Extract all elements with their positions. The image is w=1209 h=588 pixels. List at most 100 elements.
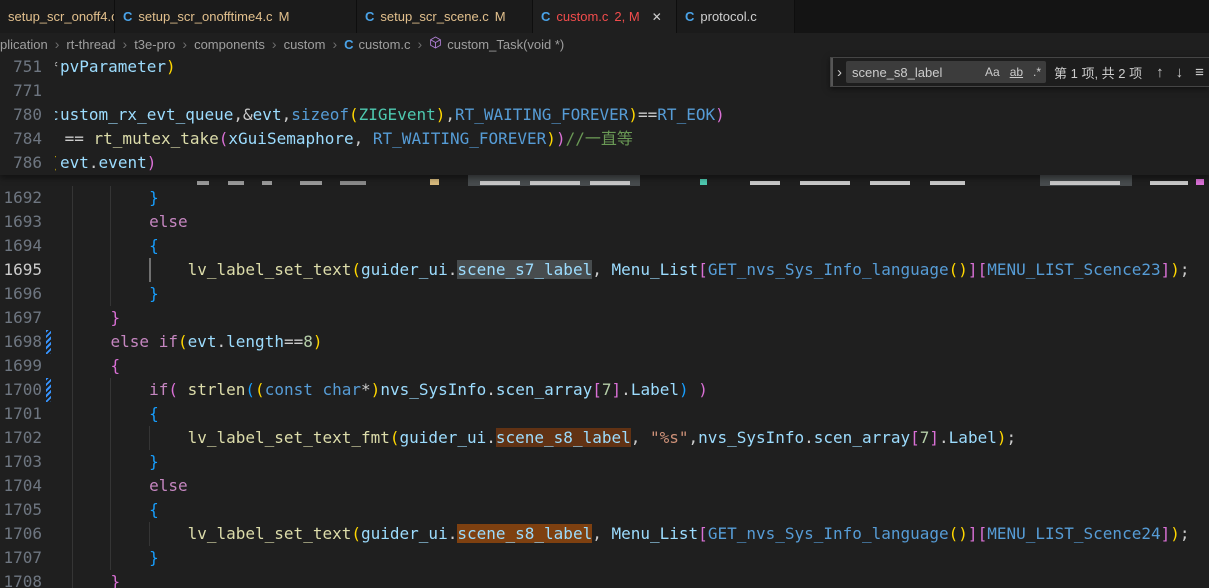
code-token: } — [72, 572, 120, 588]
find-input[interactable] — [846, 65, 980, 80]
code-line-1692[interactable]: 1692 } — [0, 186, 1209, 210]
sticky-line-784[interactable]: 784 == rt_mutex_take(xGuiSemaphore, RT_W… — [0, 127, 1209, 151]
previous-match-icon[interactable]: ↑ — [1156, 64, 1164, 81]
clipped-text-fragment — [800, 181, 850, 185]
code-token: 7 — [920, 428, 930, 447]
code-token: scene_s8_label — [457, 524, 592, 543]
tab-modified-badge: M — [279, 9, 290, 24]
tab-label: protocol.c — [700, 9, 756, 24]
code-line-1695[interactable]: 1695 lv_label_set_text(guider_ui.scene_s… — [0, 258, 1209, 282]
breadcrumb-label: plication — [0, 37, 48, 52]
breadcrumb-separator: › — [182, 36, 187, 52]
code-line-1694[interactable]: 1694 { — [0, 234, 1209, 258]
code-line-1693[interactable]: 1693 else — [0, 210, 1209, 234]
clipped-text-fragment — [430, 179, 439, 185]
line-number: 1704 — [0, 474, 42, 498]
code-token: 8 — [303, 332, 313, 351]
code-token: rt_mutex_take — [94, 129, 219, 148]
code-text: else — [72, 474, 188, 498]
tab-setup_scr_onofftime4.c[interactable]: Csetup_scr_onofftime4.cM — [115, 0, 357, 33]
tab-protocol.c[interactable]: Cprotocol.c — [677, 0, 795, 33]
code-line-1698[interactable]: 1698 else if(evt.length==8) — [0, 330, 1209, 354]
code-line-1699[interactable]: 1699 { — [0, 354, 1209, 378]
code-token: ( — [219, 129, 229, 148]
breadcrumb-item-t3e-pro[interactable]: t3e-pro — [134, 37, 175, 52]
find-in-selection-icon[interactable]: ≡ — [1195, 64, 1204, 81]
breadcrumb-label: custom.c — [359, 37, 411, 52]
code-token: Menu_List — [611, 524, 698, 543]
code-token: [ — [698, 260, 708, 279]
code-token: { — [72, 500, 159, 519]
code-text: lv_label_set_text_fmt(guider_ui.scene_s8… — [72, 426, 1016, 450]
sticky-line-786[interactable]: 786(evt.event) — [0, 151, 1209, 175]
code-token: length — [226, 332, 284, 351]
breadcrumb-item-rt-thread[interactable]: rt-thread — [66, 37, 115, 52]
breadcrumb-item-plication[interactable]: plication — [0, 37, 48, 52]
find-resize-grip[interactable] — [831, 58, 833, 86]
code-token: else — [111, 332, 150, 351]
line-number: 1696 — [0, 282, 42, 306]
code-token — [72, 332, 111, 351]
clipped-text-fragment — [750, 181, 780, 185]
code-line-1703[interactable]: 1703 } — [0, 450, 1209, 474]
tab-setup_scr_onoff4.c[interactable]: setup_scr_onoff4.cM — [0, 0, 115, 33]
code-text: { — [72, 498, 159, 522]
code-token: pvParameter — [60, 57, 166, 76]
tab-custom.c[interactable]: Ccustom.c2, M✕ — [533, 0, 677, 33]
code-token: [ — [978, 524, 988, 543]
close-icon[interactable]: ✕ — [652, 10, 662, 24]
line-number: 1703 — [0, 450, 42, 474]
breadcrumb-item-components[interactable]: components — [194, 37, 265, 52]
code-token: 7 — [602, 380, 612, 399]
code-line-1700[interactable]: 1700 if( strlen((const char*)nvs_SysInfo… — [0, 378, 1209, 402]
code-token: GET_nvs_Sys_Info_language — [708, 260, 949, 279]
breadcrumb-label: t3e-pro — [134, 37, 175, 52]
code-token: ( — [351, 524, 361, 543]
code-line-1705[interactable]: 1705 { — [0, 498, 1209, 522]
regex-icon[interactable]: .* — [1030, 64, 1044, 80]
code-text: { — [72, 234, 159, 258]
code-token: ) — [698, 380, 708, 399]
next-match-icon[interactable]: ↓ — [1176, 64, 1184, 81]
line-number: 771 — [0, 79, 42, 103]
clipped-text-fragment — [262, 181, 272, 185]
code-token: } — [72, 548, 159, 567]
breadcrumb-item-custom_Taskvoid[interactable]: custom_Task(void *) — [429, 36, 564, 52]
code-token: ) — [679, 380, 689, 399]
symbol-method-icon — [429, 36, 442, 52]
code-line-1696[interactable]: 1696 } — [0, 282, 1209, 306]
breadcrumb-label: rt-thread — [66, 37, 115, 52]
code-token: [ — [592, 380, 602, 399]
sticky-line-780[interactable]: 780custom_rx_evt_queue,&evt,sizeof(ZIGEv… — [0, 103, 1209, 127]
editor[interactable]: 1692 }1693 else1694 {1695 lv_label_set_t… — [0, 55, 1209, 588]
breadcrumb-item-custom[interactable]: custom — [284, 37, 326, 52]
c-file-icon: C — [365, 9, 374, 24]
code-token: , — [233, 105, 243, 124]
breadcrumb-separator: › — [55, 36, 60, 52]
code-line-1707[interactable]: 1707 } — [0, 546, 1209, 570]
code-line-1704[interactable]: 1704 else — [0, 474, 1209, 498]
code-line-1706[interactable]: 1706 lv_label_set_text(guider_ui.scene_s… — [0, 522, 1209, 546]
code-token: [ — [910, 428, 920, 447]
chevron-right-icon[interactable]: › — [837, 64, 842, 81]
code-token: nvs_SysInfo — [698, 428, 804, 447]
code-line-1697[interactable]: 1697 } — [0, 306, 1209, 330]
code-text: } — [72, 570, 120, 588]
code-token: * — [361, 380, 371, 399]
code-line-1702[interactable]: 1702 lv_label_set_text_fmt(guider_ui.sce… — [0, 426, 1209, 450]
code-line-1701[interactable]: 1701 { — [0, 402, 1209, 426]
code-line: *pvParameter) — [55, 55, 176, 79]
tab-setup_scr_scene.c[interactable]: Csetup_scr_scene.cM — [357, 0, 533, 33]
breadcrumb-item-custom.c[interactable]: Ccustom.c — [344, 37, 410, 52]
line-number: 751 — [0, 55, 42, 79]
code-token: ) — [313, 332, 323, 351]
c-file-icon: C — [123, 9, 132, 24]
code-line-1708[interactable]: 1708 } — [0, 570, 1209, 588]
whole-word-icon[interactable]: ab — [1007, 64, 1026, 80]
code-token: [ — [978, 260, 988, 279]
code-token: ( — [351, 260, 361, 279]
code-token: , — [354, 129, 373, 148]
match-case-icon[interactable]: Aa — [982, 64, 1003, 80]
breadcrumb-separator: › — [418, 36, 423, 52]
code-token: MENU_LIST_Scence23 — [987, 260, 1160, 279]
